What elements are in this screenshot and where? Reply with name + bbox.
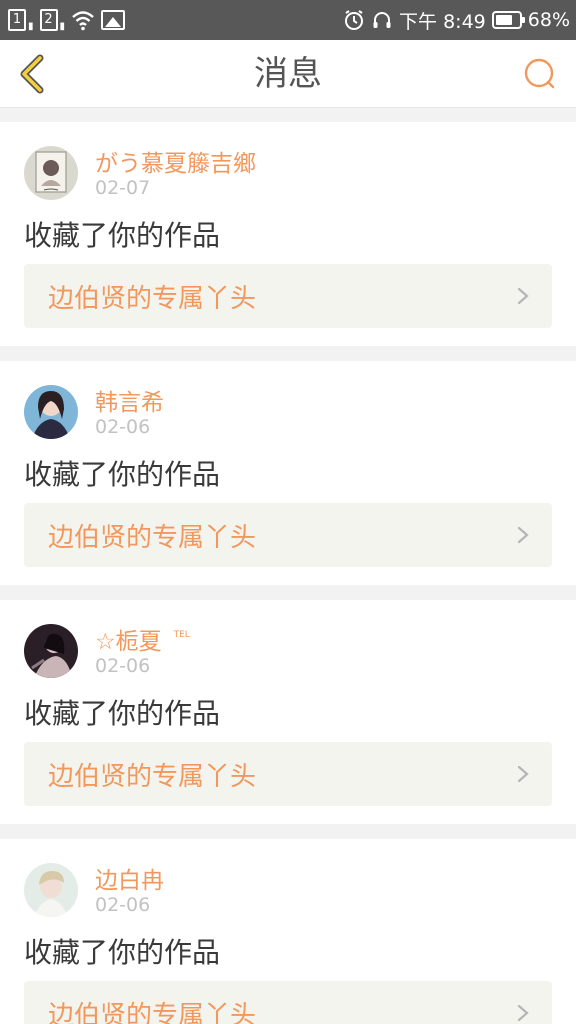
message-date: 02-06 — [95, 416, 151, 438]
username[interactable]: 边白冉 — [95, 861, 164, 895]
username[interactable]: 韩言希 — [95, 383, 164, 417]
message-card: 韩言希 02-06 收藏了你的作品 边伯贤的专属丫头 — [0, 361, 576, 585]
sim2-signal-icon: ▮ — [59, 20, 66, 32]
username-badge: TEL — [173, 630, 190, 640]
avatar[interactable] — [24, 624, 78, 678]
chevron-right-icon — [517, 287, 529, 305]
status-time: 下午 8:49 — [399, 10, 486, 33]
battery-percent: 68% — [527, 9, 570, 31]
message-date: 02-06 — [95, 894, 151, 916]
work-link[interactable]: 边伯贤的专属丫头 — [24, 264, 552, 328]
username[interactable]: がう慕夏籐吉鄉 — [95, 144, 256, 178]
chevron-right-icon — [517, 765, 529, 783]
work-link[interactable]: 边伯贤的专属丫头 — [24, 981, 552, 1024]
message-action: 收藏了你的作品 — [24, 458, 221, 491]
status-left: 1 ▮ 2 ▮ — [8, 8, 126, 32]
work-title: 边伯贤的专属丫头 — [48, 762, 257, 792]
page-title: 消息 — [254, 54, 322, 94]
message-card: 边白冉 02-06 收藏了你的作品 边伯贤的专属丫头 — [0, 839, 576, 1024]
avatar[interactable] — [24, 146, 78, 200]
message-date: 02-06 — [95, 655, 151, 677]
chevron-right-icon — [517, 1004, 529, 1022]
work-link[interactable]: 边伯贤的专属丫头 — [24, 503, 552, 567]
sim2-label: 2 — [44, 12, 53, 27]
header-bar: 消息 — [0, 40, 576, 108]
alarm-icon — [345, 10, 364, 30]
sim1-label: 1 — [12, 12, 22, 27]
sim2-icon: 2 — [39, 9, 58, 31]
message-action: 收藏了你的作品 — [24, 697, 221, 730]
sim1-icon: 1 — [8, 9, 26, 31]
message-action: 收藏了你的作品 — [24, 936, 221, 969]
avatar[interactable] — [24, 863, 78, 917]
headset-icon — [373, 12, 391, 28]
username[interactable]: ☆栀夏 TEL — [95, 622, 190, 656]
message-action: 收藏了你的作品 — [24, 219, 221, 252]
image-notification-icon — [101, 10, 126, 30]
chevron-right-icon — [517, 526, 529, 544]
work-link[interactable]: 边伯贤的专属丫头 — [24, 742, 552, 806]
username-text: ☆栀夏 — [95, 629, 162, 655]
status-right: 下午 8:49 68% — [343, 6, 570, 34]
search-button[interactable] — [522, 56, 558, 92]
battery-icon — [491, 11, 525, 29]
wifi-icon — [72, 11, 94, 31]
message-card: がう慕夏籐吉鄉 02-07 收藏了你的作品 边伯贤的专属丫头 — [0, 122, 576, 346]
sim1-signal-icon: ▮ — [28, 20, 34, 32]
message-date: 02-07 — [95, 177, 151, 199]
work-title: 边伯贤的专属丫头 — [48, 1001, 257, 1024]
work-title: 边伯贤的专属丫头 — [48, 284, 257, 314]
avatar[interactable] — [24, 385, 78, 439]
work-title: 边伯贤的专属丫头 — [48, 523, 257, 553]
status-bar: 1 ▮ 2 ▮ 下午 8:49 68% — [0, 0, 576, 40]
message-card: ☆栀夏 TEL 02-06 收藏了你的作品 边伯贤的专属丫头 — [0, 600, 576, 824]
